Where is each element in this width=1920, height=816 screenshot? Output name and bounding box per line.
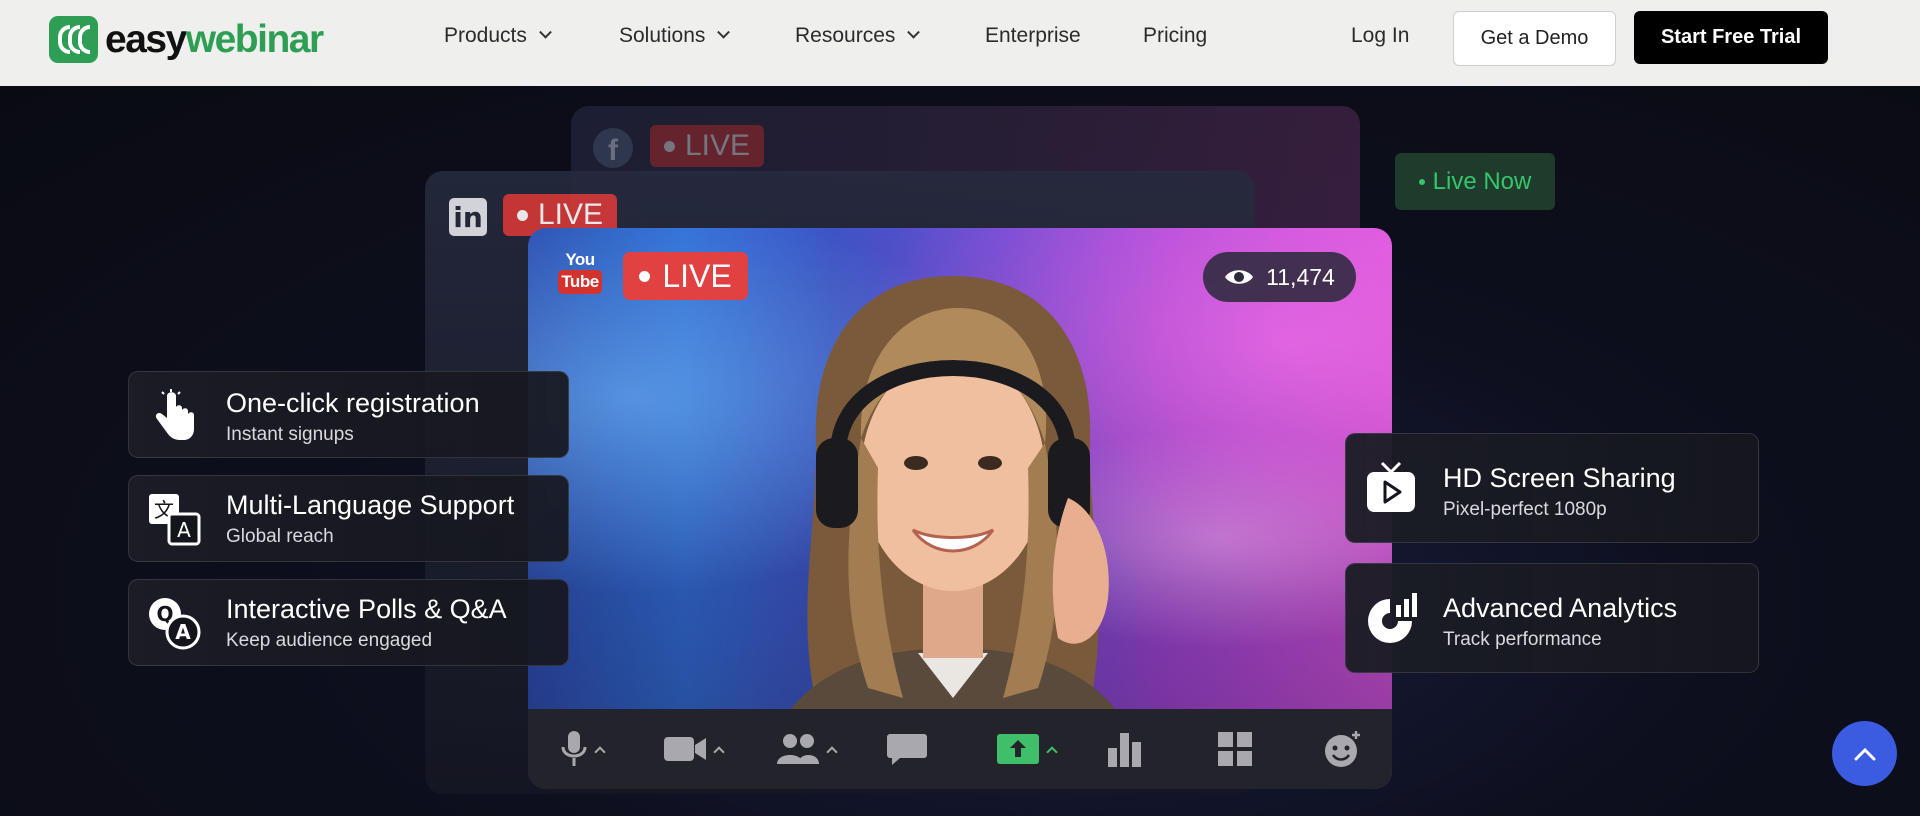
start-free-trial-button[interactable]: Start Free Trial bbox=[1634, 11, 1828, 64]
chat-button[interactable] bbox=[886, 729, 928, 769]
feature-subtitle: Global reach bbox=[226, 526, 334, 547]
chevron-down-icon bbox=[907, 25, 921, 39]
nav-resources-label: Resources bbox=[795, 24, 896, 47]
youtube-stream-card: You Tube LIVE 11,474 bbox=[528, 228, 1392, 789]
feature-subtitle: Instant signups bbox=[226, 424, 354, 445]
caret-up-icon bbox=[1046, 746, 1058, 758]
linkedin-icon: in bbox=[449, 198, 487, 236]
microphone-button[interactable] bbox=[560, 729, 606, 769]
grid-layout-icon bbox=[1218, 732, 1252, 766]
svg-text:A: A bbox=[175, 620, 191, 644]
microphone-icon bbox=[561, 731, 587, 766]
camera-icon bbox=[664, 737, 706, 761]
share-screen-icon bbox=[997, 734, 1039, 764]
login-label: Log In bbox=[1351, 24, 1410, 47]
tv-play-icon bbox=[1364, 461, 1418, 515]
share-screen-button[interactable] bbox=[996, 729, 1058, 769]
live-dot-icon bbox=[1418, 178, 1425, 185]
live-now-label: Live Now bbox=[1432, 167, 1532, 195]
facebook-icon: f bbox=[593, 128, 633, 168]
nav-solutions[interactable]: Solutions bbox=[619, 24, 731, 48]
chevron-down-icon bbox=[717, 25, 731, 39]
analytics-icon bbox=[1364, 591, 1418, 645]
nav-pricing-label: Pricing bbox=[1143, 24, 1208, 47]
nav-enterprise-label: Enterprise bbox=[985, 24, 1081, 47]
feature-subtitle: Keep audience engaged bbox=[226, 630, 433, 651]
feature-advanced-analytics: Advanced Analytics Track performance bbox=[1345, 563, 1759, 673]
scroll-to-top-button[interactable] bbox=[1832, 721, 1897, 786]
svg-text:A: A bbox=[177, 518, 191, 542]
hero-section: f LIVE in LIVE You Tube LIVE 11,474 Live… bbox=[0, 86, 1920, 816]
feature-title: HD Screen Sharing bbox=[1443, 463, 1676, 493]
caret-up-icon bbox=[594, 746, 606, 758]
reaction-icon bbox=[1325, 731, 1360, 767]
nav-resources[interactable]: Resources bbox=[795, 24, 921, 48]
nav-products-label: Products bbox=[444, 24, 527, 47]
live-label: LIVE bbox=[538, 198, 604, 231]
feature-hd-screen-sharing: HD Screen Sharing Pixel-perfect 1080p bbox=[1345, 433, 1759, 543]
logo-text-part1: easy bbox=[105, 17, 187, 61]
feature-polls-qa: Q A Interactive Polls & Q&A Keep audienc… bbox=[128, 579, 569, 666]
feature-subtitle: Track performance bbox=[1443, 629, 1602, 650]
chevron-down-icon bbox=[539, 25, 552, 39]
nav-solutions-label: Solutions bbox=[619, 24, 706, 47]
poll-button[interactable] bbox=[1106, 729, 1144, 769]
pointer-hand-icon bbox=[147, 388, 201, 442]
nav-enterprise[interactable]: Enterprise bbox=[985, 24, 1081, 48]
youtube-logo-top: You bbox=[565, 250, 595, 269]
feature-title: Advanced Analytics bbox=[1443, 593, 1678, 623]
logo-mark-icon bbox=[49, 15, 98, 63]
translate-icon: 文 A bbox=[147, 492, 201, 546]
youtube-logo-bottom: Tube bbox=[558, 270, 602, 294]
live-now-badge: Live Now bbox=[1395, 153, 1555, 210]
live-label: LIVE bbox=[662, 257, 732, 294]
live-label: LIVE bbox=[685, 129, 751, 162]
qa-bubbles-icon: Q A bbox=[147, 596, 201, 650]
viewer-count-badge: 11,474 bbox=[1203, 252, 1356, 302]
feature-title: Multi-Language Support bbox=[226, 490, 515, 520]
youtube-logo-icon: You Tube bbox=[558, 250, 602, 300]
participants-icon bbox=[777, 734, 819, 764]
logo-text-part2: webinar bbox=[185, 17, 324, 61]
caret-up-icon bbox=[826, 746, 838, 758]
nav-products[interactable]: Products bbox=[444, 24, 552, 48]
poll-chart-icon bbox=[1108, 733, 1141, 767]
feature-one-click-registration: One-click registration Instant signups bbox=[128, 371, 569, 458]
nav-pricing[interactable]: Pricing bbox=[1143, 24, 1207, 48]
eye-icon bbox=[1225, 270, 1254, 284]
viewer-count: 11,474 bbox=[1266, 263, 1335, 290]
live-badge-facebook: LIVE bbox=[650, 125, 765, 167]
live-dot-icon bbox=[639, 270, 651, 282]
top-navigation: easywebinar Products Solutions Resources… bbox=[0, 0, 1920, 86]
easywebinar-logo[interactable]: easywebinar bbox=[49, 15, 324, 63]
meeting-toolbar bbox=[528, 709, 1392, 789]
chat-icon bbox=[887, 734, 927, 765]
caret-up-icon bbox=[713, 746, 725, 758]
chevron-up-icon bbox=[1854, 747, 1875, 760]
grid-layout-button[interactable] bbox=[1216, 729, 1254, 769]
feature-title: One-click registration bbox=[226, 388, 480, 418]
camera-button[interactable] bbox=[663, 729, 725, 769]
live-badge-youtube: LIVE bbox=[623, 252, 748, 300]
live-dot-icon bbox=[664, 140, 675, 152]
get-demo-button[interactable]: Get a Demo bbox=[1453, 11, 1616, 66]
participants-button[interactable] bbox=[776, 729, 838, 769]
live-dot-icon bbox=[517, 209, 528, 221]
feature-multi-language: 文 A Multi-Language Support Global reach bbox=[128, 475, 569, 562]
reaction-button[interactable] bbox=[1323, 729, 1363, 769]
feature-subtitle: Pixel-perfect 1080p bbox=[1443, 499, 1607, 520]
feature-title: Interactive Polls & Q&A bbox=[226, 594, 507, 624]
login-link[interactable]: Log In bbox=[1351, 24, 1409, 48]
